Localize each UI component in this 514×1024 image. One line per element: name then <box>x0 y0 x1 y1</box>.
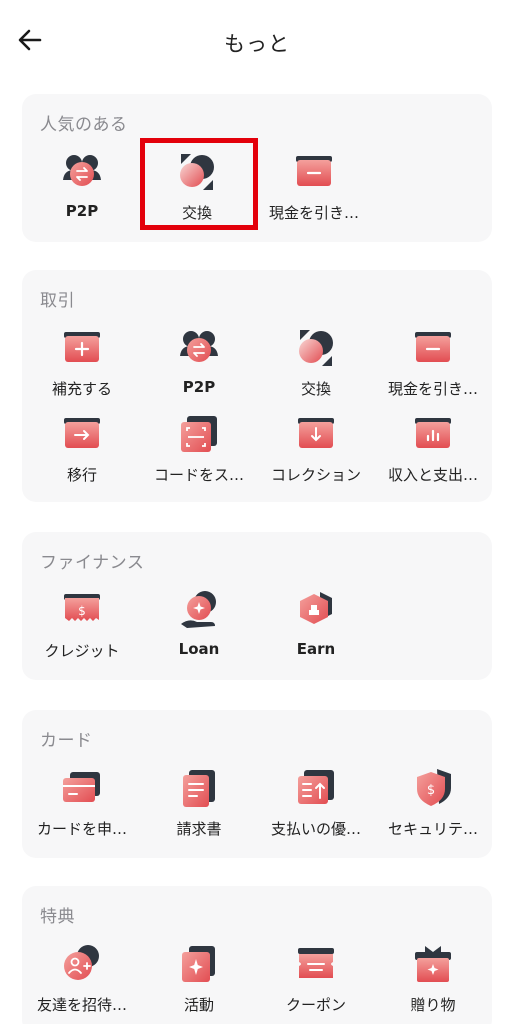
svg-text:$: $ <box>427 783 435 798</box>
activity-icon <box>177 942 221 986</box>
security-shield-icon: $ <box>411 766 455 810</box>
popular-item-p2p[interactable]: P2P <box>22 150 142 228</box>
page-title: もっと <box>224 32 290 56</box>
section-benefits: 特典 友達を招待… 活動 クーポン 贈り物 <box>22 886 492 1024</box>
finance-item-loan[interactable]: Loan <box>139 588 259 666</box>
card-item-security[interactable]: $ セキュリテ… <box>373 766 493 844</box>
section-title: ファイナンス <box>40 553 145 573</box>
more-page: もっと 人気のある P2P 交換 現金を引き… 取引 補充する P2P 交換 現… <box>0 0 514 1024</box>
header: もっと <box>0 0 514 86</box>
item-label: 収入と支出… <box>387 466 478 484</box>
item-label: 活動 <box>183 996 214 1014</box>
section-title: カード <box>40 731 93 751</box>
trade-item-exchange[interactable]: 交換 <box>256 326 376 404</box>
item-label: クレジット <box>44 642 120 660</box>
item-label: 支払いの優… <box>270 820 361 838</box>
invite-friend-icon <box>60 942 104 986</box>
item-label: コードをス… <box>153 466 244 484</box>
section-trade: 取引 補充する P2P 交換 現金を引き… 移行 コードをス… コレクション 収… <box>22 270 492 502</box>
gift-icon <box>411 942 455 986</box>
section-title: 取引 <box>40 291 75 311</box>
trade-item-scan-code[interactable]: コードをス… <box>139 412 259 490</box>
trade-item-deposit[interactable]: 補充する <box>22 326 142 404</box>
p2p-icon <box>177 326 221 370</box>
trade-item-transfer[interactable]: 移行 <box>22 412 142 490</box>
income-expense-icon <box>411 412 455 456</box>
exchange-icon <box>175 150 219 194</box>
item-label: 現金を引き… <box>387 380 478 398</box>
item-label: カードを申… <box>36 820 127 838</box>
withdraw-icon <box>292 150 336 194</box>
benefits-item-invite[interactable]: 友達を招待… <box>22 942 142 1020</box>
card-item-apply[interactable]: カードを申… <box>22 766 142 844</box>
earn-icon <box>294 588 338 632</box>
transfer-icon <box>60 412 104 456</box>
benefits-item-coupon[interactable]: クーポン <box>256 942 376 1020</box>
finance-item-credit[interactable]: $ クレジット <box>22 588 142 666</box>
item-label: コレクション <box>270 466 361 484</box>
benefits-item-gift[interactable]: 贈り物 <box>373 942 493 1020</box>
item-label: 補充する <box>51 380 112 398</box>
bill-icon <box>177 766 221 810</box>
section-title: 人気のある <box>40 115 128 135</box>
item-label: 移行 <box>66 466 97 484</box>
item-label: 友達を招待… <box>36 996 127 1014</box>
section-popular: 人気のある P2P 交換 現金を引き… <box>22 94 492 242</box>
deposit-icon <box>60 326 104 370</box>
item-label: 交換 <box>181 204 212 222</box>
item-label: クーポン <box>285 996 346 1014</box>
item-label: 請求書 <box>176 820 222 838</box>
payment-priority-icon <box>294 766 338 810</box>
trade-item-income-expense[interactable]: 収入と支出… <box>373 412 493 490</box>
card-item-payment-priority[interactable]: 支払いの優… <box>256 766 376 844</box>
benefits-item-activity[interactable]: 活動 <box>139 942 259 1020</box>
section-finance: ファイナンス $ クレジット Loan Earn <box>22 532 492 680</box>
finance-item-earn[interactable]: Earn <box>256 588 376 666</box>
trade-item-p2p[interactable]: P2P <box>139 326 259 404</box>
trade-item-collection[interactable]: コレクション <box>256 412 376 490</box>
section-card: カード カードを申… 請求書 支払いの優… $ セキュリテ… <box>22 710 492 858</box>
popular-item-withdraw[interactable]: 現金を引き… <box>254 150 374 228</box>
section-title: 特典 <box>40 907 75 927</box>
coupon-icon <box>294 942 338 986</box>
item-label: 現金を引き… <box>268 204 359 222</box>
scan-code-icon <box>177 412 221 456</box>
exchange-icon <box>294 326 338 370</box>
item-label: 交換 <box>300 380 331 398</box>
withdraw-icon <box>411 326 455 370</box>
card-item-bill[interactable]: 請求書 <box>139 766 259 844</box>
loan-icon <box>177 588 221 632</box>
svg-text:$: $ <box>78 604 86 618</box>
item-label: P2P <box>65 202 99 220</box>
item-label: P2P <box>182 378 216 396</box>
card-apply-icon <box>60 766 104 810</box>
p2p-icon <box>60 150 104 194</box>
collection-icon <box>294 412 338 456</box>
item-label: Earn <box>296 640 336 658</box>
credit-icon: $ <box>60 588 104 632</box>
trade-item-withdraw[interactable]: 現金を引き… <box>373 326 493 404</box>
popular-item-exchange[interactable]: 交換 <box>137 150 257 228</box>
item-label: 贈り物 <box>410 996 456 1014</box>
item-label: Loan <box>178 640 220 658</box>
item-label: セキュリテ… <box>387 820 478 838</box>
